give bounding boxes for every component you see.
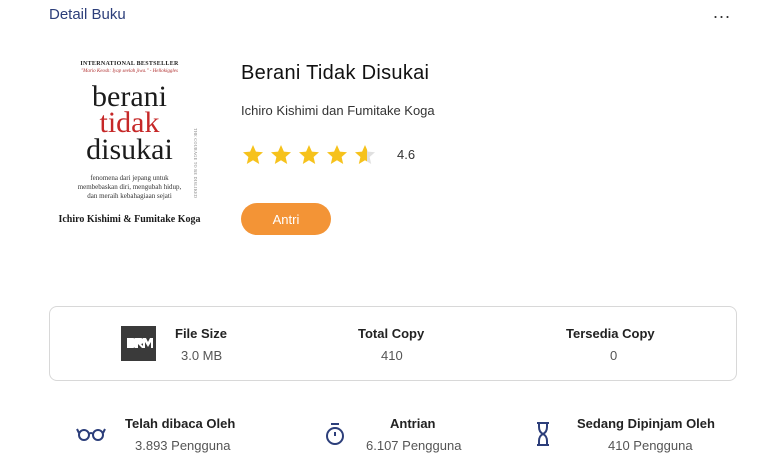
glasses-icon [76, 424, 106, 449]
queue-value: 6.107 Pengguna [366, 438, 462, 453]
stats-card: File Size 3.0 MB Total Copy 410 Tersedia… [49, 306, 737, 381]
rating-stars [241, 143, 377, 167]
star-icon [243, 145, 263, 164]
file-size-value: 3.0 MB [181, 348, 223, 363]
rating-value: 4.6 [397, 147, 416, 162]
borrowed-label: Sedang Dipinjam Oleh [577, 416, 715, 431]
queue-label: Antrian [390, 416, 436, 431]
stopwatch-icon [324, 422, 346, 451]
star-icon [327, 145, 347, 164]
cover-side-text: THE COURAGE TO BE DISLIKED [193, 128, 198, 199]
cover-title-word-3: disukai [86, 133, 173, 166]
book-author: Ichiro Kishimi dan Fumitake Koga [241, 103, 435, 118]
total-copy-label: Total Copy [358, 326, 425, 341]
hourglass-icon [535, 421, 551, 452]
star-icon [271, 145, 291, 164]
more-options-button[interactable]: ... [713, 2, 731, 23]
total-copy-value: 410 [381, 348, 403, 363]
cover-authors: Ichiro Kishimi & Fumitake Koga [58, 214, 201, 225]
cover-quote: "Mario Keosh: Iyap seelah jiwa." - Hello… [81, 69, 178, 74]
available-copy-value: 0 [610, 348, 618, 363]
read-by-label: Telah dibaca Oleh [125, 416, 236, 431]
borrowed-value: 410 Pengguna [608, 438, 693, 453]
read-by-value: 3.893 Pengguna [135, 438, 231, 453]
antri-button[interactable]: Antri [241, 203, 331, 235]
drm-icon [121, 326, 156, 361]
book-cover: INTERNATIONAL BESTSELLER "Mario Keosh: I… [58, 58, 201, 272]
star-icon [299, 145, 319, 164]
cover-top-line: INTERNATIONAL BESTSELLER [80, 61, 179, 67]
available-copy-label: Tersedia Copy [566, 326, 655, 341]
cover-tagline: fenomena dari jepang untuk membebaskan d… [77, 174, 182, 200]
file-size-label: File Size [175, 326, 228, 341]
book-title: Berani Tidak Disukai [241, 62, 430, 84]
page-title: Detail Buku [49, 6, 126, 23]
star-icon [355, 145, 375, 164]
